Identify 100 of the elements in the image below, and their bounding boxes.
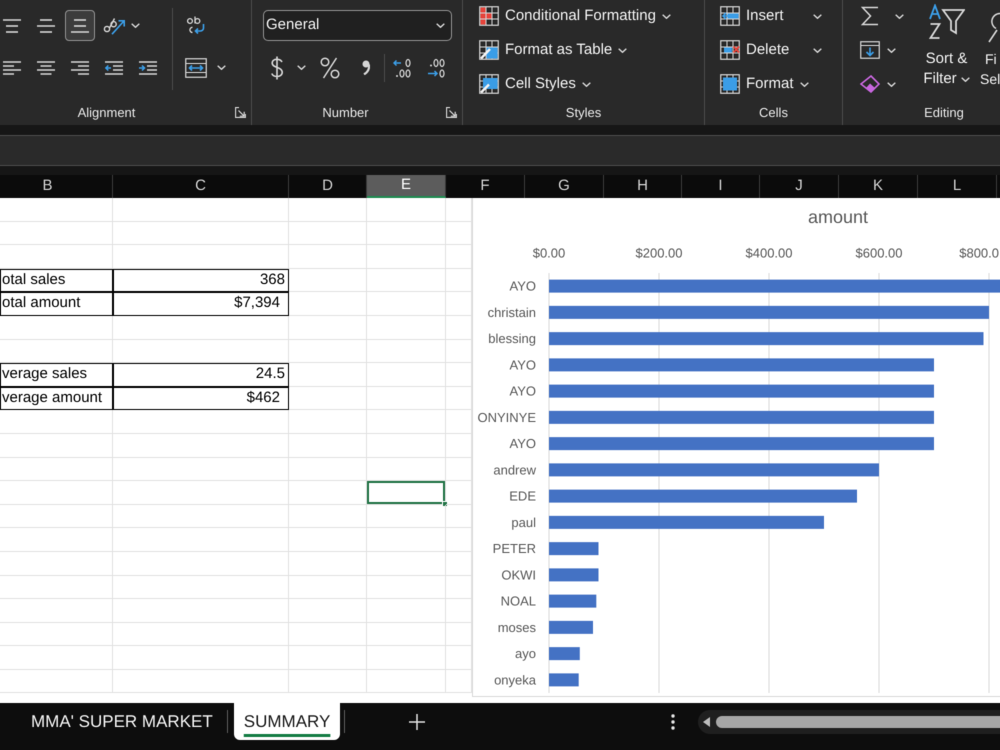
spreadsheet-cell[interactable] [367,481,446,505]
spreadsheet-cell[interactable] [289,434,367,458]
spreadsheet-cell[interactable] [289,363,367,387]
decrease-indent-icon[interactable] [105,60,123,74]
increase-decimal-icon[interactable] [393,58,413,78]
spreadsheet-cell[interactable] [367,434,446,458]
spreadsheet-cell[interactable] [289,504,367,528]
decrease-decimal-icon[interactable] [427,58,447,78]
caret-icon[interactable] [131,23,140,28]
spreadsheet-cell[interactable] [289,410,367,434]
eraser-icon[interactable] [860,75,880,93]
spreadsheet-cell[interactable] [367,458,446,482]
spreadsheet-cell[interactable] [289,599,367,623]
text-orientation-icon[interactable] [103,16,125,34]
spreadsheet-cell[interactable] [0,245,113,269]
spreadsheet-cell[interactable] [113,316,289,340]
number-format-dropdown[interactable]: General [263,10,452,41]
spreadsheet-cell[interactable]: $462 [113,386,289,410]
spreadsheet-cell[interactable]: $7,394 [113,292,289,316]
merge-cells-icon[interactable] [185,58,207,78]
spreadsheet-cell[interactable] [289,386,367,410]
spreadsheet-cell[interactable] [0,340,113,364]
caret-icon[interactable] [217,65,226,70]
spreadsheet-cell[interactable] [113,622,289,646]
spreadsheet-cell[interactable] [367,576,446,600]
caret-left-icon[interactable] [703,716,710,726]
spreadsheet-cell[interactable] [0,599,113,623]
spreadsheet-cell[interactable]: verage amount [0,386,113,410]
add-sheet-icon[interactable] [409,714,426,730]
spreadsheet-cell[interactable] [289,198,367,222]
horizontal-scrollbar[interactable] [698,710,1000,734]
caret-icon[interactable] [887,82,896,86]
wrap-text-icon[interactable] [187,16,205,35]
spreadsheet-cell[interactable] [0,316,113,340]
spreadsheet-cell[interactable] [289,292,367,316]
spreadsheet-cell[interactable] [367,552,446,576]
caret-icon[interactable] [895,14,904,18]
increase-indent-icon[interactable] [139,60,157,74]
spreadsheet-cell[interactable] [113,245,289,269]
spreadsheet-cell[interactable] [367,622,446,646]
spreadsheet-cell[interactable] [0,576,113,600]
scrollbar-thumb[interactable] [716,716,1000,728]
spreadsheet-cell[interactable] [289,458,367,482]
spreadsheet-cell[interactable] [0,622,113,646]
format-as-table-button[interactable]: Format as Table [479,38,628,62]
spreadsheet-cell[interactable] [0,646,113,670]
sigma-icon[interactable] [861,6,879,26]
spreadsheet-cell[interactable] [0,434,113,458]
spreadsheet-cell[interactable] [289,340,367,364]
spreadsheet-cell[interactable] [0,528,113,552]
spreadsheet-cell[interactable]: 368 [113,268,289,292]
formula-bar[interactable] [0,135,1000,166]
spreadsheet-cell[interactable]: 24.5 [113,363,289,387]
spreadsheet-cell[interactable]: verage sales [0,363,113,387]
delete-button[interactable]: Delete [720,38,822,62]
spreadsheet-cell[interactable] [113,198,289,222]
spreadsheet-cell[interactable] [113,504,289,528]
spreadsheet-cell[interactable] [0,198,113,222]
find-select-button[interactable]: Fi Sel [979,0,1000,100]
spreadsheet-cell[interactable] [113,646,289,670]
spreadsheet-cell[interactable] [0,410,113,434]
spreadsheet-cell[interactable] [0,222,113,246]
spreadsheet-cell[interactable] [113,599,289,623]
spreadsheet-cell[interactable] [289,646,367,670]
cell-styles-button[interactable]: Cell Styles [479,72,591,96]
dialog-launcher-icon[interactable] [235,107,246,118]
spreadsheet-cell[interactable] [289,316,367,340]
spreadsheet-cell[interactable] [367,670,446,694]
spreadsheet-cell[interactable] [113,576,289,600]
spreadsheet-cell[interactable] [289,670,367,694]
spreadsheet-cell[interactable] [0,504,113,528]
spreadsheet-cell[interactable]: otal sales [0,268,113,292]
spreadsheet-cell[interactable] [113,340,289,364]
spreadsheet-cell[interactable] [367,599,446,623]
spreadsheet-cell[interactable] [289,622,367,646]
fill-down-icon[interactable] [860,41,880,59]
spreadsheet-cell[interactable] [0,458,113,482]
spreadsheet-cell[interactable] [367,245,446,269]
dollar-icon[interactable] [270,56,284,80]
sort-filter-button[interactable]: Sort & Filter [918,0,975,100]
spreadsheet-cell[interactable] [113,528,289,552]
spreadsheet-cell[interactable] [289,222,367,246]
spreadsheet-cell[interactable] [113,434,289,458]
vertical-ellipsis-icon[interactable] [671,714,676,730]
spreadsheet-cell[interactable] [113,552,289,576]
caret-icon[interactable] [887,48,896,52]
spreadsheet-cell[interactable] [113,481,289,505]
percent-icon[interactable] [320,56,340,78]
spreadsheet-cell[interactable] [0,552,113,576]
caret-icon[interactable] [297,65,306,70]
insert-button[interactable]: Insert [720,4,822,28]
spreadsheet-cell[interactable] [367,292,446,316]
spreadsheet-cell[interactable] [289,552,367,576]
dialog-launcher-icon[interactable] [446,107,457,118]
align-right-icon[interactable] [71,60,89,74]
spreadsheet-cell[interactable] [367,386,446,410]
spreadsheet-cell[interactable] [367,340,446,364]
spreadsheet-cell[interactable] [113,458,289,482]
spreadsheet-cell[interactable] [367,198,446,222]
spreadsheet-cell[interactable] [289,268,367,292]
